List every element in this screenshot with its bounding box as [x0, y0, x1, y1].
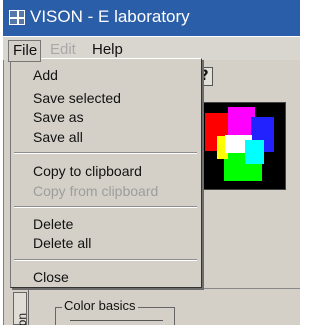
menu-separator: [14, 152, 197, 154]
cyan-color-area: [245, 140, 264, 164]
menu-item-copy-to-clipboard[interactable]: Copy to clipboard: [33, 163, 142, 180]
menu-item-save-all[interactable]: Save all: [33, 129, 83, 146]
menu-item-add[interactable]: Add: [33, 67, 58, 84]
menu-item-close[interactable]: Close: [33, 269, 69, 286]
menu-item-delete-all[interactable]: Delete all: [33, 235, 91, 252]
window-title: VISON - E laboratory: [30, 7, 190, 26]
app-icon: [9, 10, 25, 25]
application-screen: VISON - E laboratory File Edit Help ? Ad…: [0, 0, 300, 325]
color-basics-control-edge: [70, 320, 163, 325]
menu-item-delete[interactable]: Delete: [33, 216, 73, 233]
menu-separator: [14, 206, 197, 208]
menu-item-copy-from-clipboard: Copy from clipboard: [33, 183, 159, 199]
vertical-tab[interactable]: ion: [13, 292, 29, 325]
menu-file[interactable]: File: [8, 40, 41, 62]
menu-item-save-selected[interactable]: Save selected: [33, 90, 121, 107]
menu-item-save-as[interactable]: Save as: [33, 109, 84, 126]
vertical-tab-label: ion: [15, 312, 29, 325]
menu-bar: [3, 36, 300, 60]
menu-separator: [14, 259, 197, 261]
file-dropdown-menu: Add Save selected Save as Save all Copy …: [10, 58, 202, 288]
title-bar: VISON - E laboratory: [3, 0, 300, 36]
color-basics-title: Color basics: [62, 298, 138, 313]
color-preview: [201, 102, 286, 190]
